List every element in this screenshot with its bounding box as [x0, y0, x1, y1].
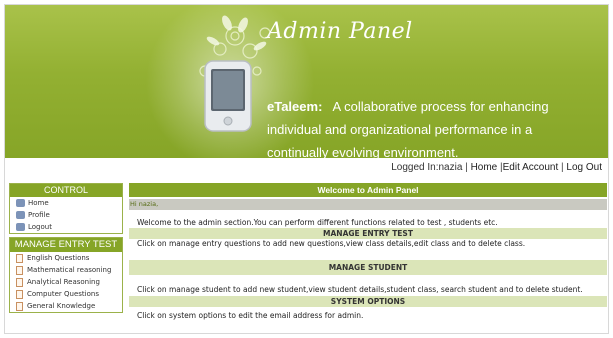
document-icon	[16, 265, 23, 275]
sidebar-item-profile[interactable]: Profile	[10, 209, 122, 221]
main-content: Welcome to Admin Panel Hi nazia, Welcome…	[129, 183, 607, 320]
sidebar-item-label: Computer Questions	[27, 290, 99, 298]
admin-panel-title: Admin Panel	[267, 19, 413, 44]
sidebar-item-general-knowledge[interactable]: General Knowledge	[10, 300, 122, 312]
sidebar-item-mathematical[interactable]: Mathematical reasoning	[10, 264, 122, 276]
header-banner: Admin Panel eTaleem: A collaborative pro…	[5, 5, 608, 158]
sidebar-item-label: English Questions	[27, 254, 90, 262]
sidebar-item-logout[interactable]: Logout	[10, 221, 122, 233]
document-icon	[16, 301, 23, 311]
document-icon	[16, 277, 23, 287]
control-panel: CONTROL Home Profile Logout	[9, 183, 123, 234]
logged-in-label: Logged In:nazia	[391, 162, 463, 173]
welcome-heading: Welcome to Admin Panel	[129, 183, 607, 197]
profile-icon	[16, 211, 25, 219]
section-text-manage-student: Click on manage student to add new stude…	[137, 285, 583, 294]
document-icon	[16, 289, 23, 299]
sidebar-item-english[interactable]: English Questions	[10, 252, 122, 264]
home-icon	[16, 199, 25, 207]
sidebar-item-home[interactable]: Home	[10, 197, 122, 209]
document-icon	[16, 253, 23, 263]
section-heading-system-options: SYSTEM OPTIONS	[129, 296, 607, 307]
sidebar-item-computer[interactable]: Computer Questions	[10, 288, 122, 300]
section-heading-manage-student: MANAGE STUDENT	[129, 260, 607, 275]
control-heading: CONTROL	[10, 184, 122, 197]
home-link[interactable]: Home	[471, 162, 498, 173]
page: Admin Panel eTaleem: A collaborative pro…	[4, 4, 609, 334]
tagline: eTaleem: A collaborative process for enh…	[267, 95, 597, 158]
sidebar-item-label: Home	[28, 199, 49, 207]
entry-test-heading: MANAGE ENTRY TEST	[10, 238, 122, 252]
entry-test-panel: MANAGE ENTRY TEST English Questions Math…	[9, 237, 123, 313]
section-text-system-options: Click on system options to edit the emai…	[137, 311, 364, 320]
edit-account-link[interactable]: Edit Account	[503, 162, 559, 173]
section-text-entry-test: Click on manage entry questions to add n…	[137, 239, 526, 248]
sidebar: CONTROL Home Profile Logout MANAGE ENTRY…	[9, 183, 123, 316]
sidebar-item-analytical[interactable]: Analytical Reasoning	[10, 276, 122, 288]
sidebar-item-label: Logout	[28, 223, 52, 231]
logout-link[interactable]: Log Out	[566, 162, 602, 173]
section-heading-entry-test: MANAGE ENTRY TEST	[129, 228, 607, 239]
brand-name: eTaleem:	[267, 99, 323, 114]
greeting-bar: Hi nazia,	[129, 199, 607, 210]
sidebar-item-label: Analytical Reasoning	[27, 278, 100, 286]
sidebar-item-label: General Knowledge	[27, 302, 96, 310]
sidebar-item-label: Mathematical reasoning	[27, 266, 112, 274]
top-links: Logged In:nazia | Home |Edit Account | L…	[391, 162, 602, 173]
welcome-text: Welcome to the admin section.You can per…	[137, 218, 498, 227]
sidebar-item-label: Profile	[28, 211, 50, 219]
logout-icon	[16, 223, 25, 231]
